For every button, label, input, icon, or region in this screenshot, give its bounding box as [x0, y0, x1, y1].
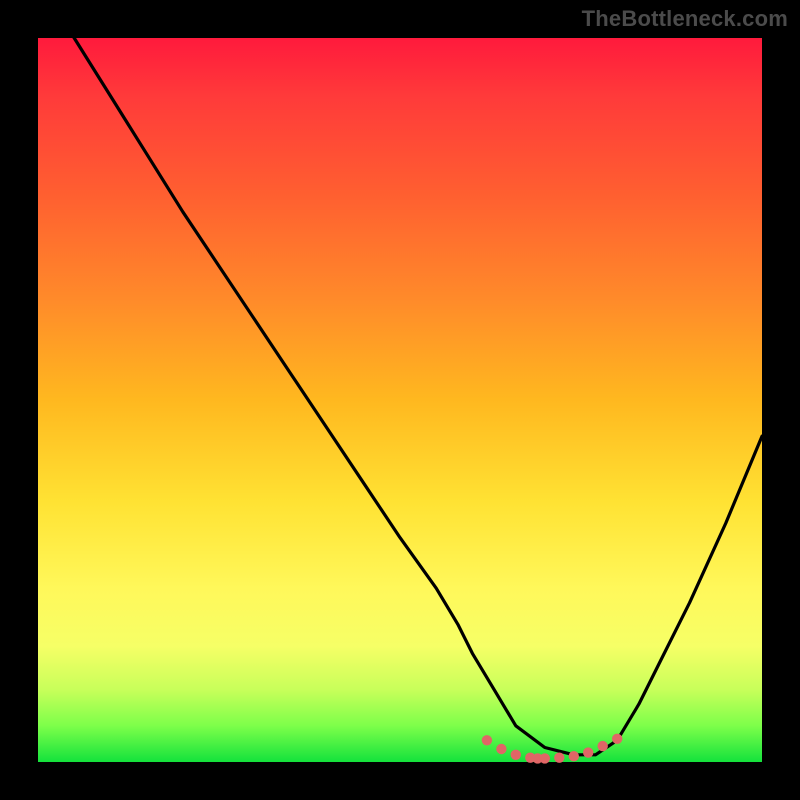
marker-dot	[540, 753, 550, 763]
marker-dot	[569, 751, 579, 761]
chart-svg	[38, 38, 762, 762]
marker-dot	[482, 735, 492, 745]
chart-frame: TheBottleneck.com	[0, 0, 800, 800]
watermark-text: TheBottleneck.com	[582, 6, 788, 32]
marker-dot	[598, 741, 608, 751]
marker-dot	[496, 744, 506, 754]
marker-dot	[612, 734, 622, 744]
marker-dot	[554, 753, 564, 763]
marker-dot	[583, 747, 593, 757]
black-curve	[38, 0, 762, 755]
gradient-plot-area	[38, 38, 762, 762]
marker-dot	[511, 750, 521, 760]
